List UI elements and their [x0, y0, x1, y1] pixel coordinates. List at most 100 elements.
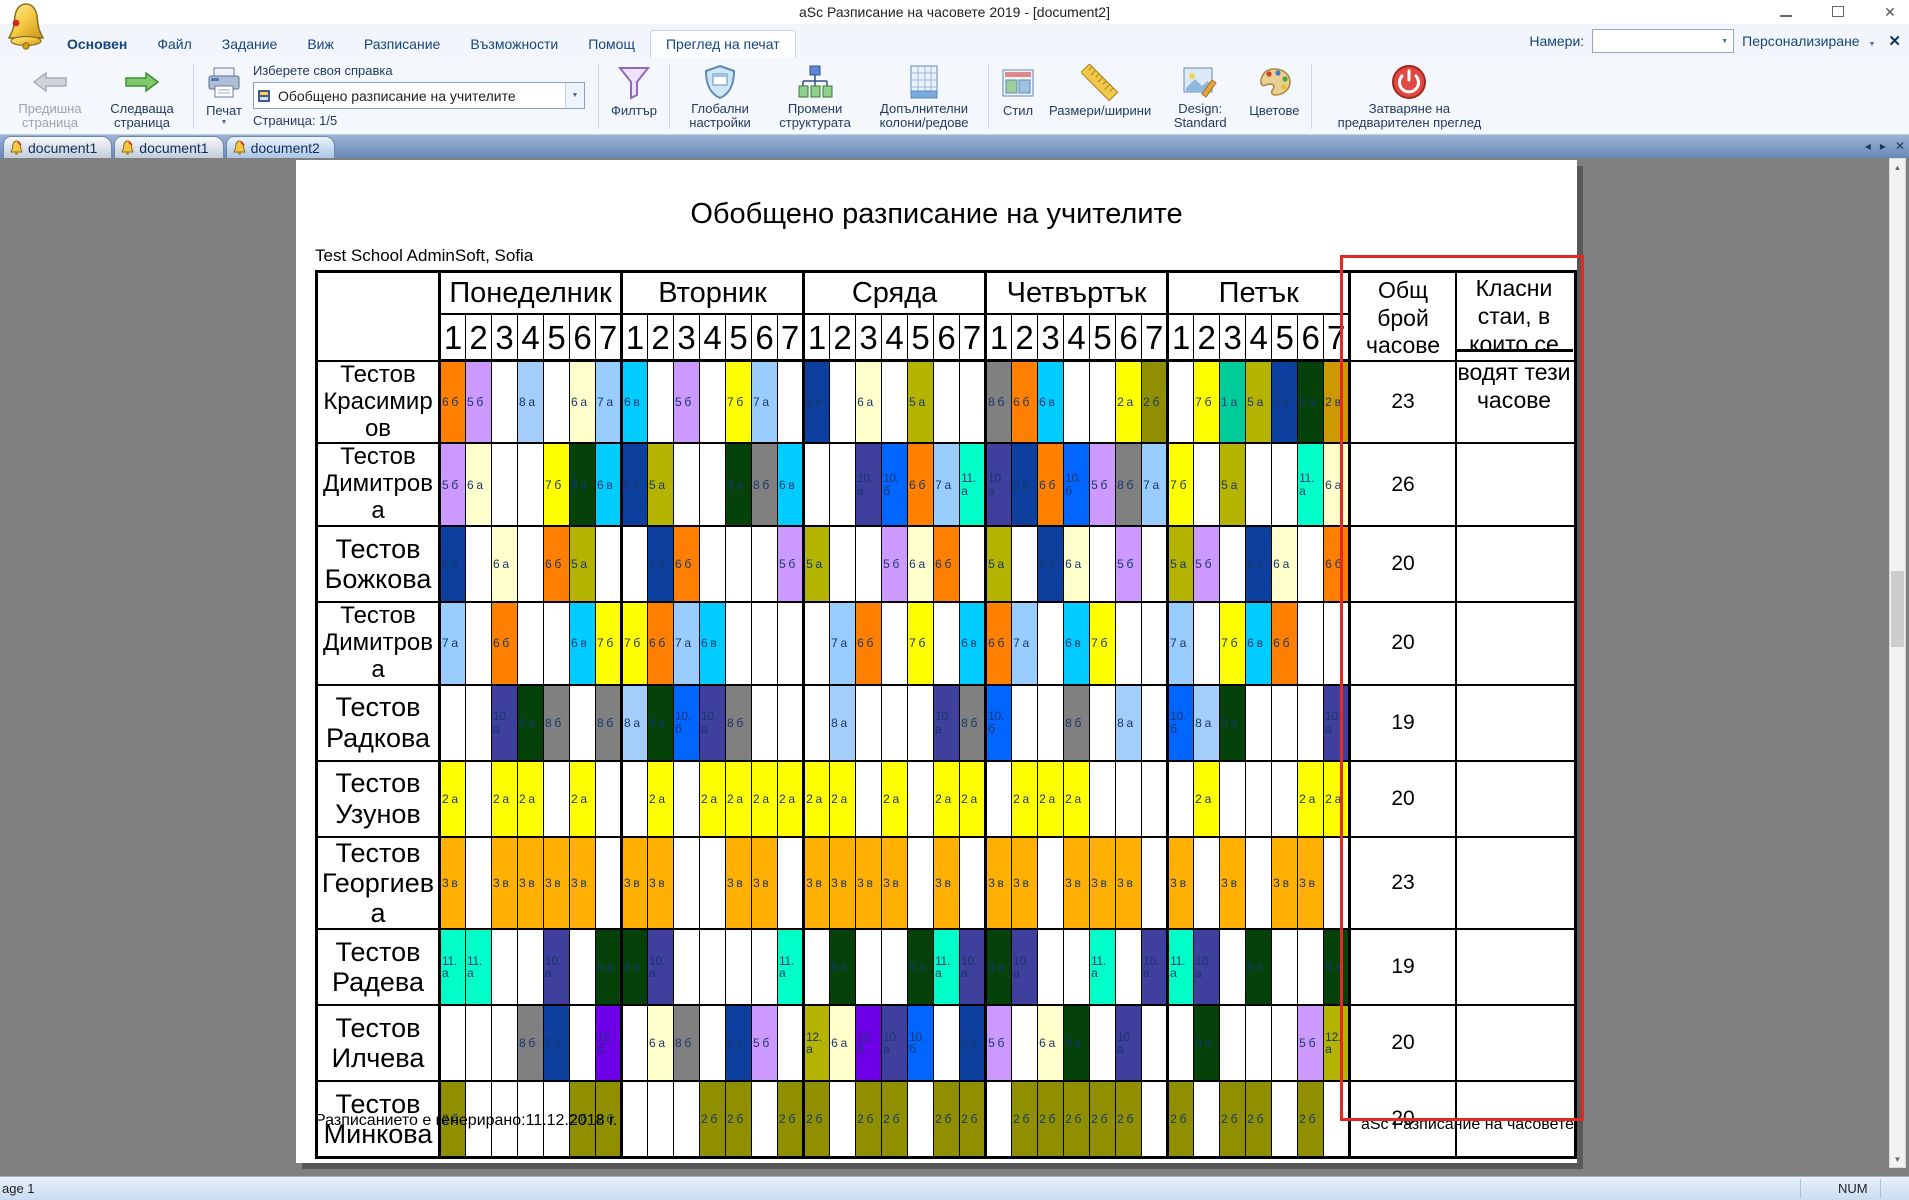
schedule-cell: [1038, 837, 1064, 930]
personalize-button[interactable]: Персонализиране ▼: [1742, 33, 1880, 49]
class-label: 5 а: [805, 558, 829, 570]
total-hours-cell: 19: [1350, 685, 1456, 761]
schedule-cell: 8 а: [830, 685, 856, 761]
tab-vazmozhnosti[interactable]: Възможности: [455, 31, 573, 58]
next-page-button[interactable]: Следваща страница: [96, 61, 188, 132]
tab-pomosht[interactable]: Помощ: [573, 31, 650, 58]
schedule-cell: [700, 1005, 726, 1081]
design-button[interactable]: Design: Standard: [1158, 61, 1242, 132]
class-label: 2 в: [1324, 396, 1348, 408]
class-label: 5 в: [623, 479, 647, 491]
schedule-cell: 9 а: [1220, 685, 1246, 761]
maximize-button[interactable]: [1825, 4, 1851, 20]
schedule-cell: 8 б: [596, 685, 622, 761]
schedule-cell: [1142, 1081, 1168, 1157]
doc-tab-document1-b[interactable]: document1: [114, 136, 223, 158]
previous-page-button[interactable]: Предишна страница: [4, 61, 96, 132]
rooms-cell: [1456, 929, 1576, 1005]
class-label: 5 а: [987, 558, 1011, 570]
doc-tab-document1-a[interactable]: document1: [3, 136, 112, 158]
scrollbar-thumb[interactable]: [1891, 571, 1904, 647]
schedule-cell: [778, 602, 804, 685]
schedule-cell: 6 в: [596, 443, 622, 526]
tab-osnoven[interactable]: Основен: [52, 31, 142, 58]
schedule-cell: [804, 685, 830, 761]
schedule-cell: 3 в: [830, 837, 856, 930]
schedule-cell: 10. б: [1168, 685, 1194, 761]
ribbon-toolbar: Предишна страница Следваща страница Печа…: [0, 58, 1909, 135]
printer-icon: [206, 62, 242, 104]
sizes-widths-button[interactable]: Размери/ширини: [1042, 61, 1158, 132]
schedule-cell: 5 б: [1116, 526, 1142, 602]
schedule-cell: 2 б: [778, 1081, 804, 1157]
schedule-cell: 6 а: [570, 361, 596, 444]
minimize-button[interactable]: [1773, 4, 1799, 20]
schedule-cell: 6 б: [1012, 361, 1038, 444]
period-header: 4: [882, 314, 908, 360]
class-label: 7 а: [674, 637, 699, 649]
period-header: 7: [960, 314, 986, 360]
period-header: 1: [440, 314, 466, 360]
schedule-cell: 6 а: [1038, 1005, 1064, 1081]
schedule-cell: 6 в: [778, 443, 804, 526]
filter-button[interactable]: Филтър: [604, 61, 664, 132]
funnel-icon: [617, 62, 651, 104]
schedule-cell: [752, 526, 778, 602]
class-label: 9 а: [1064, 1037, 1089, 1049]
schedule-cell: 10. б: [882, 443, 908, 526]
report-combobox[interactable]: Обобщено разписание на учителите ▼: [253, 82, 585, 109]
schedule-cell: 8 б: [1064, 685, 1090, 761]
close-preview-button[interactable]: Затваряне на предварителен преглед: [1317, 61, 1501, 132]
schedule-cell: [622, 1081, 648, 1157]
schedule-cell: 8 б: [674, 1005, 700, 1081]
find-input[interactable]: ▼: [1592, 29, 1734, 53]
period-header: 1: [804, 314, 830, 360]
class-label: 9 а: [648, 717, 673, 729]
close-ribbon-icon[interactable]: ✕: [1888, 32, 1901, 50]
schedule-cell: 6 а: [1272, 526, 1298, 602]
tab-pregled-na-pechat[interactable]: Преглед на печат: [650, 30, 796, 58]
scroll-down-icon[interactable]: ▼: [1890, 1151, 1905, 1167]
report-combobox-dropdown[interactable]: ▼: [565, 83, 584, 108]
schedule-cell: [934, 602, 960, 685]
tab-razpisanie[interactable]: Разписание: [349, 31, 455, 58]
schedule-cell: [466, 1005, 492, 1081]
style-button[interactable]: Стил: [994, 61, 1042, 132]
tab-fail[interactable]: Файл: [142, 31, 206, 58]
period-header: 4: [1246, 314, 1272, 360]
tab-close-icon[interactable]: ✕: [1895, 139, 1905, 153]
change-structure-button[interactable]: Промени структурата: [765, 61, 865, 132]
tab-vizh[interactable]: Виж: [292, 31, 349, 58]
class-label: 2 а: [1012, 793, 1037, 805]
schedule-cell: 8 б: [726, 685, 752, 761]
app-logo-bell-icon[interactable]: [6, 1, 46, 51]
vertical-scrollbar[interactable]: ▲ ▼: [1889, 158, 1906, 1168]
schedule-cell: 6 в: [622, 361, 648, 444]
schedule-cell: 2 б: [700, 1081, 726, 1157]
scroll-up-icon[interactable]: ▲: [1890, 159, 1905, 175]
class-label: 2 а: [1038, 793, 1063, 805]
schedule-cell: 10. а: [544, 929, 570, 1005]
tab-scroll-left-icon[interactable]: ◂: [1865, 139, 1871, 153]
schedule-cell: 5 в: [1012, 443, 1038, 526]
extra-columns-rows-button[interactable]: Допълнителни колони/редове: [865, 61, 983, 132]
class-label: 6 в: [1064, 637, 1089, 649]
teacher-name: Тестов Радева: [317, 929, 440, 1005]
class-label: 6 в: [960, 637, 984, 649]
doc-tab-document2[interactable]: document2: [226, 136, 335, 158]
global-settings-button[interactable]: Глобални настройки: [675, 61, 765, 132]
schedule-cell: 3 в: [622, 837, 648, 930]
print-button[interactable]: Печат ▼: [199, 61, 249, 132]
close-button[interactable]: ✕: [1877, 4, 1903, 21]
tab-zadanie[interactable]: Задание: [207, 31, 293, 58]
find-label: Намери:: [1529, 33, 1584, 49]
schedule-cell: [726, 602, 752, 685]
tab-scroll-right-icon[interactable]: ▸: [1880, 139, 1886, 153]
report-selector-group: Изберете своя справка Обобщено разписани…: [249, 61, 593, 132]
schedule-cell: [1012, 526, 1038, 602]
colors-button[interactable]: Цветове: [1242, 61, 1306, 132]
chevron-down-icon[interactable]: ▼: [1716, 38, 1733, 45]
class-label: 8 а: [518, 396, 543, 408]
class-label: 5 в: [1012, 479, 1037, 491]
class-label: 3 в: [830, 877, 855, 889]
